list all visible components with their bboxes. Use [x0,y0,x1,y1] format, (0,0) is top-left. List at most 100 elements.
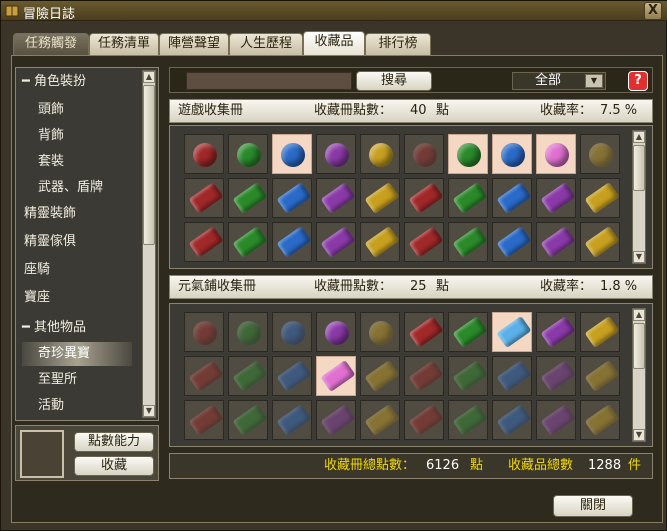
collection-slot[interactable] [492,356,532,396]
scroll-thumb[interactable] [633,145,645,191]
collection-slot[interactable] [536,356,576,396]
tab-faction-reputation[interactable]: 陣營聲望 [159,33,229,55]
scroll-up-icon[interactable]: ▲ [143,71,155,83]
sidebar-item-sprite-decor[interactable]: 精靈裝飾 [24,202,150,226]
collection-slot[interactable] [316,134,356,174]
sidebar-item-sprite-furniture[interactable]: 精靈傢俱 [24,230,150,254]
collection-slot[interactable] [492,178,532,218]
collection-slot[interactable] [316,312,356,352]
collection-slot[interactable] [404,312,444,352]
collection-slot[interactable] [448,312,488,352]
collection-slot[interactable] [404,400,444,440]
tab-quest-list[interactable]: 任務清單 [89,33,159,55]
search-button[interactable]: 搜尋 [356,71,432,91]
collect-button[interactable]: 收藏 [74,456,154,476]
collection-slot[interactable] [184,178,224,218]
points-ability-button[interactable]: 點數能力 [74,432,154,452]
collection-slot[interactable] [580,400,620,440]
collection-slot[interactable] [316,178,356,218]
scroll-up-icon[interactable]: ▲ [633,131,645,143]
collection-slot[interactable] [536,400,576,440]
collection-slot[interactable] [316,222,356,262]
collection-slot[interactable] [272,356,312,396]
collection-slot[interactable] [580,222,620,262]
sidebar-scrollbar[interactable]: ▲ ▼ [142,70,156,418]
help-icon[interactable]: ? [628,71,648,91]
collection-slot[interactable] [228,222,268,262]
collection-slot[interactable] [228,134,268,174]
filter-value: 全部 [535,73,562,88]
collection-slot[interactable] [448,134,488,174]
collection-slot[interactable] [492,312,532,352]
collection-slot[interactable] [448,400,488,440]
collection-slot[interactable] [184,222,224,262]
collection-slot[interactable] [272,400,312,440]
collection-slot[interactable] [184,312,224,352]
collection-slot[interactable] [360,178,400,218]
scroll-thumb[interactable] [143,85,155,245]
crystal-icon [276,404,312,436]
filter-dropdown[interactable]: 全部 ▼ [512,72,606,90]
collection-slot[interactable] [448,356,488,396]
collection-slot[interactable] [580,178,620,218]
grid-scrollbar[interactable]: ▲ ▼ [632,308,646,442]
collection-slot[interactable] [228,356,268,396]
grid-scrollbar[interactable]: ▲ ▼ [632,130,646,264]
collection-slot[interactable] [536,312,576,352]
collection-slot[interactable] [536,134,576,174]
sidebar-item-other[interactable]: ━ 其他物品 [22,316,148,340]
scroll-up-icon[interactable]: ▲ [633,309,645,321]
collection-slot[interactable] [580,312,620,352]
collection-slot[interactable] [360,134,400,174]
mall-collection-header: 元氣鋪收集冊 收藏冊點數： 25 點 收藏率： 1.8 % [169,275,653,299]
close-icon[interactable]: X [644,2,662,20]
collection-slot[interactable] [316,400,356,440]
collection-slot[interactable] [492,134,532,174]
collection-slot[interactable] [404,222,444,262]
collection-slot[interactable] [492,222,532,262]
crystal-icon [408,360,444,392]
collection-slot[interactable] [272,312,312,352]
collection-slot[interactable] [228,178,268,218]
collection-slot[interactable] [228,400,268,440]
title-bar[interactable]: 冒險日誌 X [1,1,667,22]
sidebar-item-throne[interactable]: 寶座 [24,286,150,310]
tab-life-history[interactable]: 人生歷程 [229,33,303,55]
collection-slot[interactable] [360,222,400,262]
collection-slot[interactable] [272,178,312,218]
collection-slot[interactable] [448,222,488,262]
collection-slot[interactable] [360,356,400,396]
close-button[interactable]: 關閉 [553,495,633,517]
search-input[interactable] [186,72,352,90]
tab-collectibles[interactable]: 收藏品 [303,31,365,55]
tab-quest-trigger[interactable]: 任務觸發 [13,33,89,55]
scroll-thumb[interactable] [633,323,645,369]
sidebar-item-costume[interactable]: ━ 角色裝扮 [22,70,148,94]
collection-slot[interactable] [272,134,312,174]
collection-slot[interactable] [316,356,356,396]
tab-leaderboard[interactable]: 排行榜 [365,33,431,55]
chevron-down-icon[interactable]: ▼ [585,74,603,88]
collection-slot[interactable] [360,312,400,352]
sidebar-item-treasures[interactable]: 奇珍異寶 [22,342,132,366]
collection-slot[interactable] [404,356,444,396]
scroll-down-icon[interactable]: ▼ [633,429,645,441]
collection-slot[interactable] [272,222,312,262]
scroll-down-icon[interactable]: ▼ [143,405,155,417]
collection-slot[interactable] [404,134,444,174]
collection-slot[interactable] [228,312,268,352]
collection-slot[interactable] [448,178,488,218]
collection-slot[interactable] [184,134,224,174]
sidebar-item-mount[interactable]: 座騎 [24,258,150,282]
collection-slot[interactable] [184,400,224,440]
collection-slot[interactable] [536,222,576,262]
scroll-down-icon[interactable]: ▼ [633,251,645,263]
collection-slot[interactable] [580,356,620,396]
collection-slot[interactable] [404,178,444,218]
orb-icon [369,143,393,167]
collection-slot[interactable] [184,356,224,396]
collection-slot[interactable] [580,134,620,174]
collection-slot[interactable] [360,400,400,440]
collection-slot[interactable] [492,400,532,440]
collection-slot[interactable] [536,178,576,218]
